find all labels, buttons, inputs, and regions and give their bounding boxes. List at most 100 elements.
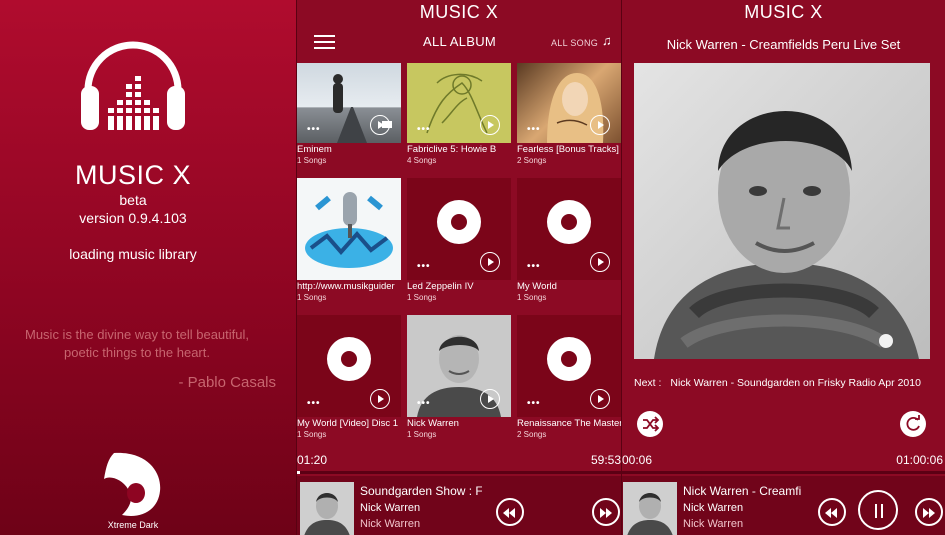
- album-song-count: 1 Songs: [297, 156, 327, 165]
- elapsed-time: 00:06: [622, 453, 653, 467]
- seek-bar[interactable]: [622, 471, 945, 474]
- album-tile[interactable]: ••• Fabriclive 5: Howie B 4 Songs: [407, 63, 511, 165]
- album-art: •••: [517, 63, 621, 143]
- album-art: •••: [297, 63, 401, 143]
- album-song-count: 2 Songs: [517, 156, 547, 165]
- artist-portrait-icon: [634, 63, 930, 359]
- album-name: Fearless [Bonus Tracks]: [517, 144, 619, 155]
- play-icon[interactable]: [480, 252, 500, 272]
- tab-all-album[interactable]: ALL ALBUM: [423, 34, 496, 49]
- album-cover: [634, 63, 930, 359]
- now-playing-thumbnail: [300, 482, 354, 535]
- album-art: •••: [297, 315, 401, 417]
- artist-thumbnail-icon: [623, 482, 677, 535]
- seek-bar[interactable]: [297, 471, 621, 474]
- beta-label: beta: [119, 192, 147, 208]
- shuffle-icon[interactable]: [637, 411, 663, 437]
- quote-author: - Pablo Casals: [178, 374, 276, 391]
- next-track-icon[interactable]: [592, 498, 620, 526]
- album-song-count: 1 Songs: [297, 293, 327, 302]
- album-art: •••: [407, 315, 511, 417]
- album-tile[interactable]: ••• Eminem 1 Songs: [297, 63, 401, 165]
- album-art: •••: [407, 63, 511, 143]
- previous-track-icon[interactable]: [818, 498, 846, 526]
- album-tile[interactable]: http://www.musikguider 1 Songs: [297, 178, 401, 302]
- album-art: [297, 178, 401, 280]
- album-song-count: 2 Songs: [517, 430, 547, 439]
- quote-line-1: Music is the divine way to tell beautifu…: [25, 327, 249, 342]
- album-tile[interactable]: ••• My World 1 Songs: [517, 178, 621, 302]
- album-tile[interactable]: ••• Led Zeppelin IV 1 Songs: [407, 178, 511, 302]
- headphones-logo-icon: [81, 41, 185, 130]
- now-playing-artist: Nick Warren: [360, 502, 421, 514]
- album-tile[interactable]: ••• Renaissance The Master 2 Songs: [517, 315, 621, 439]
- hamburger-menu-icon[interactable]: [314, 35, 335, 49]
- album-tile[interactable]: ••• My World [Video] Disc 1 1 Songs: [297, 315, 401, 439]
- library-screen: MUSIC X ALL ALBUM ALL SONG ♫ ••• Eminem …: [297, 0, 621, 535]
- now-playing-album: Nick Warren: [360, 518, 421, 530]
- disc-placeholder-icon: [437, 200, 481, 244]
- previous-track-icon[interactable]: [496, 498, 524, 526]
- album-song-count: 1 Songs: [517, 293, 547, 302]
- library-title: MUSIC X: [419, 2, 499, 22]
- album-tile[interactable]: ••• Nick Warren 1 Songs: [407, 315, 511, 439]
- more-options-icon[interactable]: •••: [417, 399, 431, 409]
- tab-all-song[interactable]: ALL SONG: [551, 38, 598, 48]
- app-name: MUSIC X: [74, 160, 191, 190]
- play-icon[interactable]: [370, 115, 390, 135]
- play-icon[interactable]: [480, 389, 500, 409]
- album-name: My World [Video] Disc 1: [297, 418, 399, 429]
- now-playing-title: Nick Warren - Creamfi: [683, 484, 802, 498]
- album-name: Fabriclive 5: Howie B: [407, 144, 497, 155]
- more-options-icon[interactable]: •••: [307, 399, 321, 409]
- artist-thumbnail-icon: [300, 482, 354, 535]
- splash-screen: MUSIC X beta version 0.9.4.103 loading m…: [0, 0, 296, 535]
- now-playing-title: Soundgarden Show : F: [360, 484, 482, 498]
- disc-placeholder-icon: [547, 337, 591, 381]
- album-art: •••: [407, 178, 511, 280]
- more-options-icon[interactable]: •••: [417, 125, 431, 135]
- pause-icon[interactable]: [858, 490, 898, 530]
- next-up: Next : Nick Warren - Soundgarden on Fris…: [634, 377, 921, 389]
- quote-line-2: poetic things to the heart.: [64, 345, 210, 360]
- more-options-icon[interactable]: •••: [527, 399, 541, 409]
- now-playing-album: Nick Warren: [683, 518, 744, 530]
- play-icon[interactable]: [370, 389, 390, 409]
- quote-text: Music is the divine way to tell beautifu…: [0, 326, 266, 362]
- album-name: Nick Warren: [407, 418, 459, 429]
- current-song-title: Nick Warren - Creamfields Peru Live Set: [666, 37, 901, 52]
- now-playing-thumbnail: [623, 482, 677, 535]
- album-art: •••: [517, 178, 621, 280]
- play-icon[interactable]: [590, 252, 610, 272]
- play-icon[interactable]: [480, 115, 500, 135]
- album-song-count: 1 Songs: [297, 430, 327, 439]
- play-icon[interactable]: [590, 115, 610, 135]
- player-screen: MUSIC X Nick Warren - Creamfields Peru L…: [622, 0, 945, 535]
- album-tile[interactable]: ••• Fearless [Bonus Tracks] 2 Songs: [517, 63, 621, 165]
- bottom-logo-label: Xtreme Dark: [107, 520, 159, 530]
- album-name: Eminem: [297, 144, 332, 155]
- now-playing-bar[interactable]: Soundgarden Show : F Nick Warren Nick Wa…: [297, 476, 621, 535]
- disc-placeholder-icon: [547, 200, 591, 244]
- more-options-icon[interactable]: •••: [307, 125, 321, 135]
- loading-status: loading music library: [69, 246, 197, 262]
- album-name: Renaissance The Master: [517, 418, 621, 429]
- now-playing-artist: Nick Warren: [683, 502, 744, 514]
- more-options-icon[interactable]: •••: [417, 262, 431, 272]
- album-name: My World: [517, 281, 557, 292]
- album-name: Led Zeppelin IV: [407, 281, 474, 292]
- graffiti-cover-icon: [305, 192, 393, 268]
- xtreme-dark-logo-icon: [104, 452, 161, 516]
- music-note-icon[interactable]: ♫: [602, 33, 612, 48]
- repeat-icon[interactable]: [900, 411, 926, 437]
- more-options-icon[interactable]: •••: [527, 125, 541, 135]
- next-track-icon[interactable]: [915, 498, 943, 526]
- more-options-icon[interactable]: •••: [527, 262, 541, 272]
- album-art: •••: [517, 315, 621, 417]
- disc-placeholder-icon: [327, 337, 371, 381]
- total-time: 01:00:06: [896, 453, 943, 467]
- play-icon[interactable]: [590, 389, 610, 409]
- player-title: MUSIC X: [744, 2, 823, 22]
- album-song-count: 1 Songs: [407, 430, 437, 439]
- next-prefix: Next :: [634, 377, 662, 389]
